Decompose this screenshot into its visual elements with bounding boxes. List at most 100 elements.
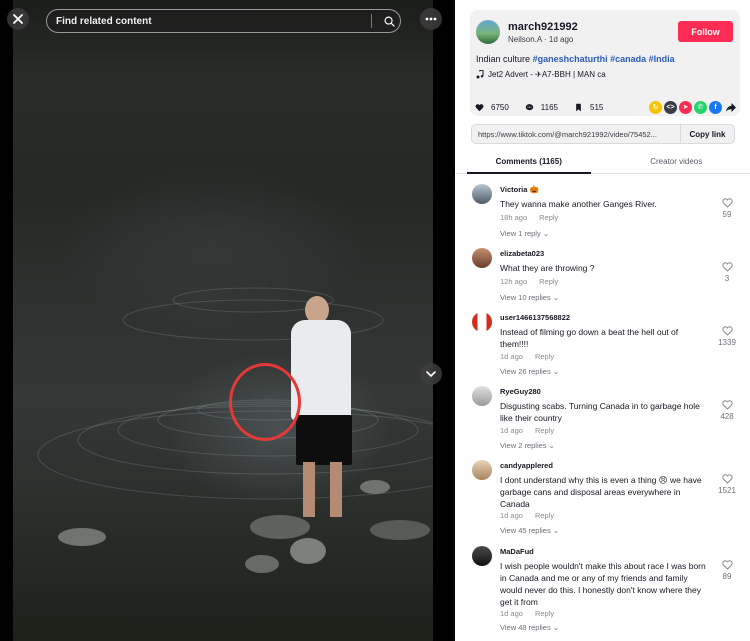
like-stat[interactable]: 6750 (473, 100, 509, 114)
comment-time: 1d ago (500, 609, 523, 618)
search-bar[interactable]: Find related content (46, 9, 401, 33)
author-subline: Neilson.A · 1d ago (508, 35, 574, 44)
bookmark-icon[interactable] (572, 100, 585, 114)
heart-outline-icon[interactable] (721, 198, 733, 208)
heart-outline-icon[interactable] (721, 560, 733, 570)
comment-username[interactable]: RyeGuy280 (500, 387, 541, 396)
view-replies-label[interactable]: View 26 replies (500, 367, 551, 376)
comment-like[interactable]: 59 (713, 198, 741, 219)
save-stat[interactable]: 515 (572, 100, 603, 114)
comment-meta: 1d ago Reply (500, 352, 554, 361)
author-username[interactable]: march921992 (508, 21, 578, 33)
caption-hashtags[interactable]: #ganeshchaturthi #canada #India (533, 54, 675, 64)
comment-text: What they are throwing ? (500, 263, 595, 273)
comment-item: user1466137568822 Instead of filming go … (455, 304, 750, 378)
comment-bubble-icon[interactable] (522, 100, 536, 114)
copy-link-button[interactable]: Copy link (680, 125, 734, 143)
comment-like[interactable]: 428 (713, 400, 741, 421)
tab-creator-videos[interactable]: Creator videos (603, 150, 750, 173)
comment-meta: 1d ago Reply (500, 609, 554, 618)
comment-time: 18h ago (500, 213, 528, 222)
canada-flag-avatar[interactable] (472, 312, 492, 332)
facebook-icon[interactable]: f (709, 100, 722, 114)
heart-outline-icon[interactable] (721, 400, 733, 410)
comment-username[interactable]: MaDaFud (500, 547, 534, 556)
chevron-down-icon (426, 370, 436, 377)
heart-outline-icon[interactable] (721, 262, 733, 272)
view-replies-button[interactable]: View 2 replies ⌄ (500, 441, 555, 450)
follow-button[interactable]: Follow (678, 21, 733, 42)
avatar[interactable] (476, 20, 500, 44)
tab-comments[interactable]: Comments (1165) (455, 150, 603, 174)
heart-outline-icon[interactable] (721, 326, 733, 336)
comment-like-count: 428 (720, 412, 734, 421)
chevron-down-icon: ⌄ (552, 367, 560, 376)
comment-username[interactable]: Victoria 🎃 (500, 185, 539, 194)
comment-like[interactable]: 89 (713, 560, 741, 581)
comment-text: They wanna make another Ganges River. (500, 199, 657, 209)
rock (360, 480, 390, 494)
chevron-down-icon: ⌄ (552, 623, 560, 632)
more-options-button[interactable] (420, 8, 442, 30)
view-replies-button[interactable]: View 10 replies ⌄ (500, 293, 559, 302)
comment-meta: 1d ago Reply (500, 426, 554, 435)
avatar[interactable] (472, 248, 492, 268)
view-replies-label[interactable]: View 48 replies (500, 623, 551, 632)
share-arrow-icon[interactable] (724, 101, 737, 114)
avatar[interactable] (472, 546, 492, 566)
comment-item: RyeGuy280 Disgusting scabs. Turning Cana… (455, 378, 750, 452)
comment-like[interactable]: 1521 (713, 474, 741, 495)
heart-icon[interactable] (473, 100, 486, 114)
send-icon[interactable]: ➤ (679, 100, 692, 114)
video-player[interactable]: Find related content (0, 0, 455, 641)
comment-username[interactable]: user1466137568822 (500, 313, 570, 322)
comment-like[interactable]: 3 (713, 262, 741, 283)
view-replies-button[interactable]: View 26 replies ⌄ (500, 367, 559, 376)
chevron-down-icon: ⌄ (542, 229, 550, 238)
reply-button[interactable]: Reply (539, 213, 558, 222)
comment-like-count: 3 (724, 274, 730, 283)
comment-count: 1165 (540, 102, 558, 112)
comment-username[interactable]: elizabeta023 (500, 249, 544, 258)
view-replies-label[interactable]: View 1 reply (500, 229, 541, 238)
whatsapp-icon[interactable]: ✆ (694, 100, 707, 114)
video-url[interactable]: https://www.tiktok.com/@march921992/vide… (472, 130, 680, 139)
comment-meta: 12h ago Reply (500, 277, 558, 286)
comment-like-count: 59 (722, 210, 732, 219)
reply-button[interactable]: Reply (535, 352, 554, 361)
reply-button[interactable]: Reply (535, 426, 554, 435)
share-link-box: https://www.tiktok.com/@march921992/vide… (471, 124, 735, 144)
view-replies-label[interactable]: View 10 replies (500, 293, 551, 302)
chevron-down-icon: ⌄ (552, 293, 560, 302)
view-replies-button[interactable]: View 48 replies ⌄ (500, 623, 559, 632)
repost-icon[interactable]: ↻ (649, 100, 662, 114)
comment-stat[interactable]: 1165 (522, 100, 558, 114)
music-title[interactable]: Jet2 Advert - ✈A7-BBH | MAN ca (488, 70, 606, 79)
avatar[interactable] (472, 386, 492, 406)
next-video-button[interactable] (420, 363, 442, 385)
avatar[interactable] (472, 460, 492, 480)
avatar[interactable] (472, 184, 492, 204)
embed-icon[interactable]: <> (664, 100, 677, 114)
comment-text: Instead of filming go down a beat the he… (500, 327, 679, 349)
view-replies-button[interactable]: View 45 replies ⌄ (500, 526, 559, 535)
comment-username[interactable]: candyapplered (500, 461, 553, 470)
chevron-down-icon: ⌄ (548, 441, 555, 450)
chevron-down-icon: ⌄ (552, 526, 560, 535)
comment-like[interactable]: 1339 (713, 326, 741, 347)
reply-button[interactable]: Reply (535, 511, 554, 520)
search-input[interactable]: Find related content (56, 16, 371, 27)
comment-list: Victoria 🎃 They wanna make another Gange… (455, 176, 750, 641)
search-icon[interactable] (378, 10, 400, 32)
music-note-icon (476, 70, 484, 79)
reply-button[interactable]: Reply (535, 609, 554, 618)
person-leg (303, 462, 315, 517)
view-replies-button[interactable]: View 1 reply ⌄ (500, 229, 549, 238)
heart-outline-icon[interactable] (721, 474, 733, 484)
music-row[interactable]: Jet2 Advert - ✈A7-BBH | MAN ca (476, 70, 606, 79)
reply-button[interactable]: Reply (539, 277, 558, 286)
close-button[interactable] (7, 8, 29, 30)
comment-text: I dont understand why this is even a thi… (500, 475, 702, 509)
view-replies-label[interactable]: View 2 replies (500, 441, 547, 450)
view-replies-label[interactable]: View 45 replies (500, 526, 551, 535)
